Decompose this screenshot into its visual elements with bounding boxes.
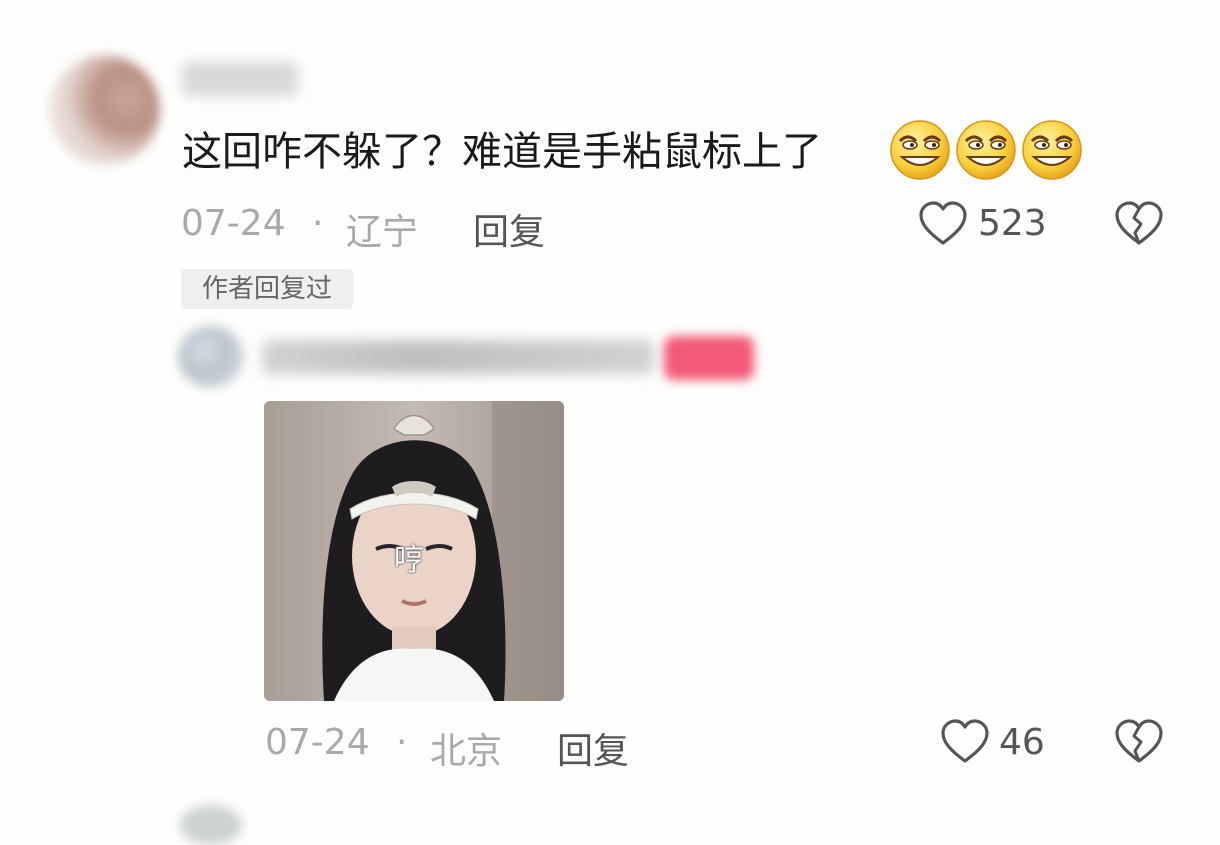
dislike-button[interactable] [1114, 718, 1164, 766]
comment-text: 这回咋不躲了？难道是手粘鼠标上了 [182, 129, 822, 175]
grin-emoji-icon [1022, 120, 1082, 180]
comment-reply-button[interactable]: 回复 [473, 203, 545, 255]
meta-separator: · [312, 203, 324, 244]
reply-reply-button[interactable]: 回复 [557, 722, 629, 774]
dislike-button[interactable] [1114, 200, 1164, 248]
heart-icon [919, 201, 967, 245]
meta-separator: · [396, 722, 408, 763]
broken-heart-icon [1115, 201, 1163, 245]
grin-emoji-icon [956, 120, 1016, 180]
reply-location: 北京 [430, 731, 503, 772]
broken-heart-icon [1115, 719, 1163, 763]
commenter-name-blurred[interactable] [182, 62, 298, 96]
comment-date: 07-24 [181, 203, 286, 244]
sticker-caption: 哼 [394, 543, 424, 578]
heart-icon [941, 719, 989, 763]
author-replied-tag: 作者回复过 [181, 269, 353, 309]
reply-sticker-image[interactable]: 哼 [264, 401, 564, 701]
comment-location: 辽宁 [346, 212, 419, 253]
replier-name-blurred[interactable] [262, 340, 654, 374]
like-button[interactable] [918, 200, 968, 248]
commenter-avatar[interactable] [50, 55, 160, 165]
grin-emoji-icon [890, 120, 950, 180]
next-commenter-avatar[interactable] [180, 805, 242, 845]
author-badge [664, 336, 754, 380]
like-count: 523 [978, 203, 1047, 244]
like-count: 46 [999, 722, 1045, 763]
emoji-group [888, 119, 1086, 181]
like-button[interactable] [940, 718, 990, 766]
reply-date: 07-24 [265, 722, 370, 763]
replier-avatar[interactable] [178, 326, 244, 388]
